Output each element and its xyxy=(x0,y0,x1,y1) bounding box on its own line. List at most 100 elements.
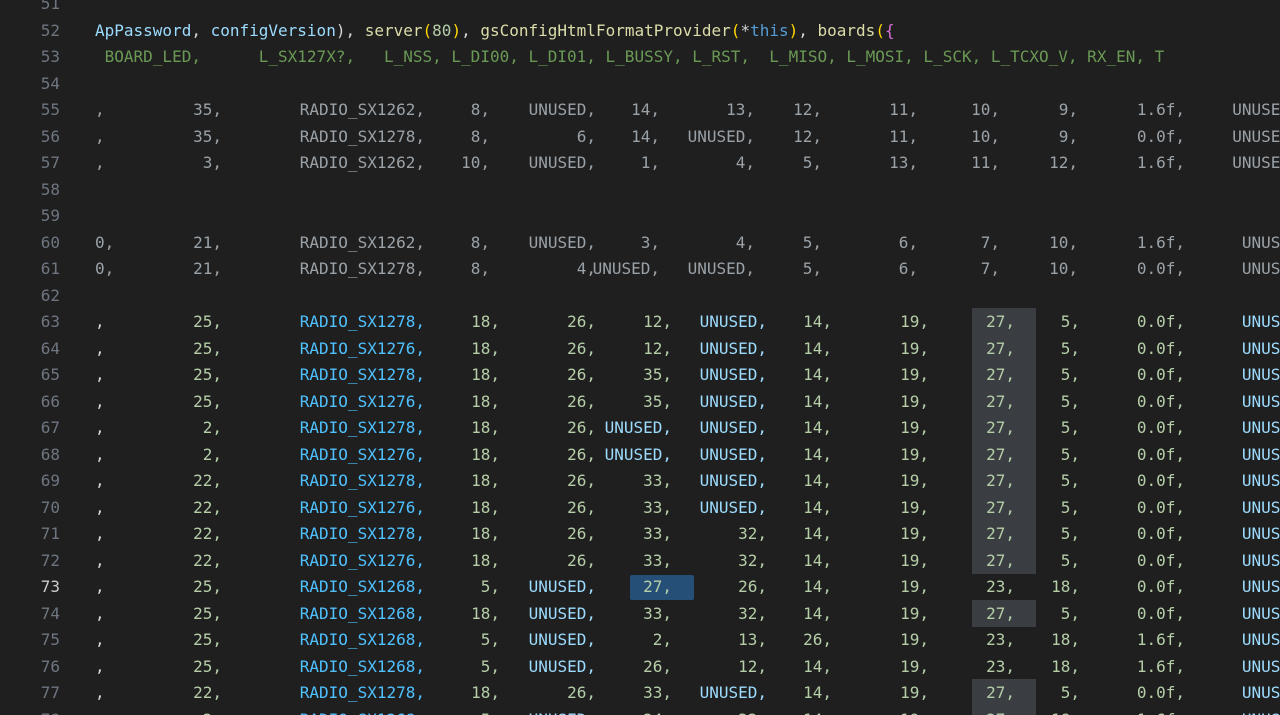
code-token: UNUSED, xyxy=(699,683,767,702)
line-number: 66 xyxy=(40,391,60,411)
code-token: 10, xyxy=(971,100,1000,119)
code-token: 5, xyxy=(480,630,500,649)
code-token: RADIO_SX1262, xyxy=(299,153,425,172)
code-line[interactable]: 74, 25, RADIO_SX1268, 18, UNUSED, 33, 32, 14, 19… xyxy=(0,599,1280,627)
code-token: 14, xyxy=(803,391,832,411)
code-line[interactable]: 62 xyxy=(0,283,1280,309)
code-token: 26, xyxy=(803,630,832,649)
code-token: 0.0f, xyxy=(1136,444,1185,464)
code-token: 19, xyxy=(900,603,929,623)
line-number: 53 xyxy=(40,47,60,66)
code-token: , xyxy=(95,707,105,715)
code-token: 14, xyxy=(803,524,832,543)
code-line[interactable]: 52 ApPassword, configVersion), server(80)… xyxy=(0,18,1280,44)
code-token: UNUSED, xyxy=(687,126,755,146)
code-line[interactable]: 69, 22, RADIO_SX1278, 18, 26, 33, UNUSED, 14, 19… xyxy=(0,467,1280,495)
code-line[interactable]: 51 xyxy=(0,0,1280,17)
code-token: 2, xyxy=(203,707,222,715)
code-token: UNUSE xyxy=(1241,232,1280,252)
code-line[interactable]: 54 xyxy=(0,71,1280,97)
code-line[interactable]: 55, 35, RADIO_SX1262, 8, UNUSED, 14, 13, 12, 11,… xyxy=(0,97,1280,123)
code-token: 0, xyxy=(95,232,115,252)
line-number: 78 xyxy=(0,707,60,715)
code-line[interactable]: 67, 2, RADIO_SX1278, 18, 26, UNUSED, UNUSED, 14… xyxy=(0,414,1280,442)
code-line[interactable]: 66, 25, RADIO_SX1276, 18, 26, 35, UNUSED, 14, 19… xyxy=(0,387,1280,415)
code-token: 14, xyxy=(803,418,832,437)
code-line[interactable]: 57, 3, RADIO_SX1262, 10, UNUSED, 1, 4, 5, 13, 11,… xyxy=(0,150,1280,176)
code-token: 4, xyxy=(735,153,755,172)
code-token: 10, xyxy=(1049,259,1078,278)
code-token: 26, xyxy=(567,471,596,490)
code-token: 26, xyxy=(567,524,596,543)
code-token: 13, xyxy=(726,100,755,119)
code-token: 14, xyxy=(803,444,832,464)
code-token: UNUSED, xyxy=(699,444,767,464)
code-token: 26, xyxy=(567,418,596,437)
code-line[interactable]: 63, 25, RADIO_SX1278, 18, 26, 12, UNUSED, 14, 19… xyxy=(0,308,1280,336)
code-token: 2, xyxy=(202,444,222,464)
code-token: 14, xyxy=(803,707,832,715)
code-line[interactable]: 78, 2, RADIO_SX1268, 5, UNUSED, 24, 32, 14, 19, 2… xyxy=(0,705,1280,715)
code-token: , xyxy=(95,418,105,437)
code-token: RADIO_SX1262, xyxy=(299,232,425,252)
code-token: UNUSED, xyxy=(528,232,596,252)
line-number: 71 xyxy=(40,524,60,543)
code-line[interactable]: 76, 25, RADIO_SX1268, 5, UNUSED, 26, 12, 14, 19,… xyxy=(0,654,1280,680)
code-token: 5, xyxy=(802,232,822,252)
code-token: UNUSE xyxy=(1241,656,1280,676)
code-token: 12, xyxy=(738,656,767,676)
code-line[interactable]: 77, 22, RADIO_SX1278, 18, 26, 33, UNUSED, 14, 19… xyxy=(0,679,1280,707)
code-line[interactable]: 68, 2, RADIO_SX1276, 18, 26, UNUSED, UNUSED, 14… xyxy=(0,440,1280,468)
code-token: 27, xyxy=(986,471,1015,490)
code-token: 0.0f, xyxy=(1136,577,1185,596)
code-token: 27, xyxy=(986,365,1015,384)
code-token: RADIO_SX1268, xyxy=(299,603,425,623)
code-line[interactable]: 61 0, 21, RADIO_SX1278, 8, 4, UNUSED, UNUSED, 5,… xyxy=(0,256,1280,282)
code-token: 5, xyxy=(480,656,500,676)
code-token: 32, xyxy=(738,707,767,715)
code-token: 27, xyxy=(986,338,1015,358)
code-token: ) xyxy=(788,20,799,40)
code-token: 19, xyxy=(900,312,929,331)
code-line[interactable]: 59 xyxy=(0,203,1280,229)
code-line[interactable]: 70, 22, RADIO_SX1276, 18, 26, 33, UNUSED, 14, 19… xyxy=(0,493,1280,521)
code-line[interactable]: 72, 22, RADIO_SX1276, 18, 26, 33, 32, 14, 19, 27,… xyxy=(0,546,1280,574)
code-token: , xyxy=(95,497,105,517)
code-token: ApPassword xyxy=(95,20,192,40)
code-token: 19, xyxy=(900,391,929,411)
code-token: 80 xyxy=(432,20,452,40)
code-token: 8, xyxy=(470,259,490,278)
code-line[interactable]: 56, 35, RADIO_SX1278, 8, 6, 14, UNUSED, 12, 11, 1… xyxy=(0,124,1280,150)
code-line[interactable]: 60 0, 21, RADIO_SX1262, 8, UNUSED, 3, 4, 5, 6, 7, 1… xyxy=(0,230,1280,256)
code-token: 33, xyxy=(643,471,672,490)
code-token: 18, xyxy=(471,603,500,623)
code-line[interactable]: 71, 22, RADIO_SX1278, 18, 26, 33, 32, 14, 19, 27,… xyxy=(0,520,1280,548)
code-token: 2, xyxy=(202,418,222,437)
code-line[interactable]: 75, 25, RADIO_SX1268, 5, UNUSED, 2, 13, 26, 19, 2… xyxy=(0,627,1280,653)
code-token: 26, xyxy=(567,497,596,517)
code-token: * xyxy=(740,20,751,40)
code-line[interactable]: 58 xyxy=(0,177,1280,203)
code-token: 0.0f, xyxy=(1136,338,1185,358)
code-token: 18, xyxy=(471,497,500,517)
code-token: UNUSED, xyxy=(528,153,596,172)
code-line[interactable]: 65, 25, RADIO_SX1278, 18, 26, 35, UNUSED, 14, 19… xyxy=(0,361,1280,389)
code-token: 26, xyxy=(567,444,596,464)
code-line[interactable]: 53 BOARD_LED, L_SX127X?, L_NSS, L_DI00, … xyxy=(0,44,1280,70)
code-token: UNUSED, xyxy=(604,418,672,437)
code-line[interactable]: 64, 25, RADIO_SX1276, 18, 26, 12, UNUSED, 14, 19… xyxy=(0,334,1280,362)
code-line[interactable]: 73, 25, RADIO_SX1268, 5, UNUSED, 27, 26, 14, 19,… xyxy=(0,574,1280,600)
code-token: UNUSE xyxy=(1241,683,1280,702)
code-token: UNUSE xyxy=(1241,524,1280,543)
code-token: 5, xyxy=(1060,550,1080,570)
code-token: UNUSE xyxy=(1241,603,1280,623)
code-token: 5, xyxy=(1060,603,1080,623)
code-token: 14, xyxy=(803,471,832,490)
line-number: 69 xyxy=(40,471,60,490)
code-token: 0, xyxy=(95,259,115,278)
code-token: 13, xyxy=(889,153,918,172)
line-number: 77 xyxy=(40,683,60,702)
code-editor[interactable]: 51 52 ApPassword, configVersion), server(8… xyxy=(0,0,1280,715)
code-token: 33, xyxy=(643,550,672,570)
code-token: 14, xyxy=(803,312,832,331)
